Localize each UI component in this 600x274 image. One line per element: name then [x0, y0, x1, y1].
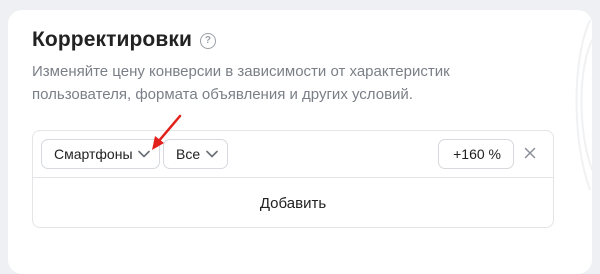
- filter-select-value: Все: [176, 146, 201, 162]
- question-circle-icon[interactable]: ?: [199, 33, 216, 49]
- filter-select[interactable]: Все: [163, 139, 228, 169]
- adjustments-box: Смартфоны Все +160 % Добавить: [32, 130, 554, 228]
- add-button[interactable]: Добавить: [33, 178, 553, 228]
- adjustment-value-input[interactable]: +160 %: [438, 139, 514, 169]
- close-icon[interactable]: [523, 146, 537, 160]
- device-select-value: Смартфоны: [54, 146, 133, 162]
- add-button-label: Добавить: [259, 194, 327, 212]
- panel-title: Корректировки: [32, 28, 192, 51]
- device-select[interactable]: Смартфоны: [41, 139, 160, 169]
- adjustment-row: Смартфоны Все +160 %: [33, 131, 553, 178]
- adjustment-value: +160 %: [453, 146, 501, 162]
- title-row: Корректировки ?: [32, 28, 216, 52]
- panel-description: Изменяйте цену конверсии в зависимости о…: [32, 63, 450, 103]
- chevron-down-icon: [137, 147, 151, 161]
- chevron-down-icon: [205, 147, 219, 161]
